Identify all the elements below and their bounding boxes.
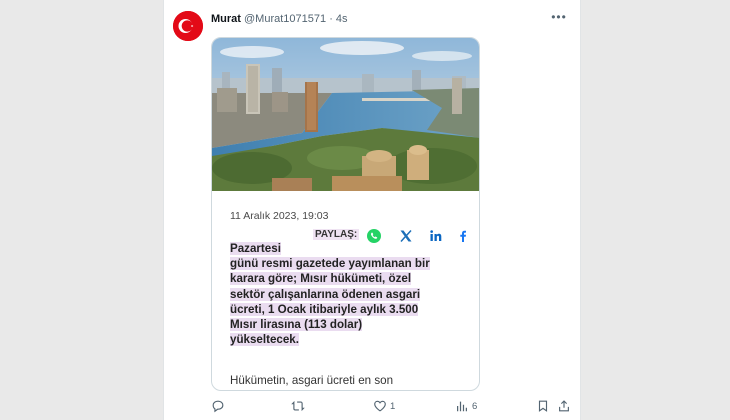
share-button[interactable] xyxy=(557,397,571,415)
bookmark-button[interactable] xyxy=(536,397,550,415)
headline-line: ücreti, 1 Ocak itibariyle aylık 3.500 xyxy=(230,302,419,316)
headline-line: sektör çalışanlarına ödenen asgari xyxy=(230,287,421,301)
tweet-header: Murat @Murat1071571 · 4s xyxy=(211,12,348,26)
retweet-button[interactable] xyxy=(291,397,308,415)
cairo-nile-photo xyxy=(212,38,479,191)
reply-button[interactable] xyxy=(211,397,228,415)
avatar[interactable] xyxy=(173,11,203,41)
views-icon xyxy=(457,401,467,412)
turkish-flag-icon xyxy=(173,11,203,41)
retweet-icon xyxy=(291,401,305,411)
tweet[interactable]: Murat @Murat1071571 · 4s ••• 11 Aralık 2… xyxy=(163,0,581,420)
article-continuation: Hükümetin, asgari ücreti en son xyxy=(230,374,394,387)
headline-line: Mısır lirasına (113 dolar) xyxy=(230,318,363,332)
embedded-image-card[interactable]: 11 Aralık 2023, 19:03 PAYLAŞ: Pazartesi xyxy=(211,37,480,391)
tweet-timestamp[interactable]: · 4s xyxy=(329,13,347,25)
views-button[interactable]: 6 xyxy=(455,397,477,415)
author-handle[interactable]: @Murat1071571 xyxy=(244,13,326,25)
reply-icon xyxy=(212,400,224,413)
article-date: 11 Aralık 2023, 19:03 xyxy=(230,210,329,222)
article-headline: Pazartesi günü resmi gazetede yayımlanan… xyxy=(230,241,475,347)
headline-line: yükseltecek. xyxy=(230,333,299,347)
headline-line: karara göre; Mısır hükümeti, özel xyxy=(230,272,412,286)
bookmark-icon xyxy=(538,400,548,412)
headline-line: Pazartesi xyxy=(230,242,281,255)
headline-line: günü resmi gazetede yayımlanan bir xyxy=(230,257,430,271)
more-options-icon[interactable]: ••• xyxy=(550,8,568,26)
share-icon xyxy=(559,400,569,412)
author-name[interactable]: Murat xyxy=(211,13,241,25)
share-label: PAYLAŞ: xyxy=(313,229,360,240)
views-count: 6 xyxy=(472,400,478,412)
like-count: 1 xyxy=(390,400,396,412)
tweet-actions: 1 6 xyxy=(211,397,571,415)
heart-icon xyxy=(374,400,386,412)
like-button[interactable]: 1 xyxy=(373,397,395,415)
